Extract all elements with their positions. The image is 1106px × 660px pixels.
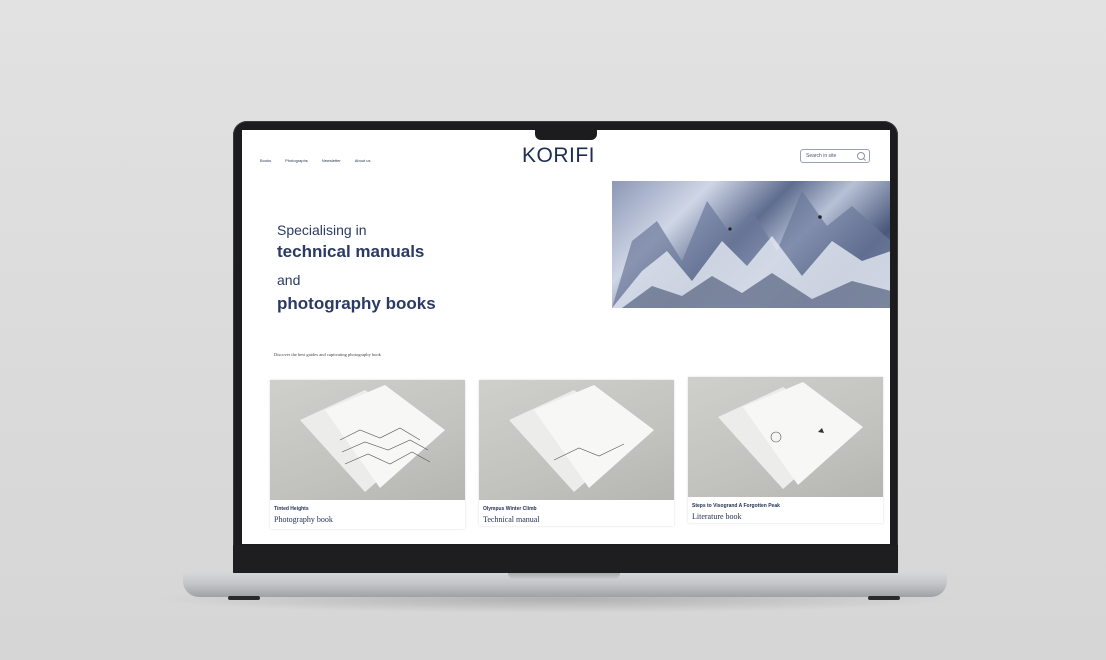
laptop-foot [868,596,900,600]
hero-line-2: technical manuals [277,242,425,261]
hero-line-3: and [277,272,301,288]
main-nav: Books Photographs Newsletter About us [260,158,371,163]
book-card[interactable]: Steps to Visogrand A Forgotten Peak Lite… [688,377,883,523]
book-type: Photography book [274,515,333,524]
book-mockup [718,382,863,489]
book-title: Steps to Visogrand A Forgotten Peak [692,503,780,509]
laptop-screen: Books Photographs Newsletter About us KO… [242,130,890,544]
hero-line-1: Specialising in [277,222,367,238]
nav-newsletter[interactable]: Newsletter [322,158,341,163]
book-card[interactable]: Olympus Winter Climb Technical manual [479,380,674,526]
book-type: Technical manual [483,515,540,524]
book-title: Tinted Heights [274,506,309,512]
laptop-foot [228,596,260,600]
site-logo[interactable]: KORIFI [522,144,595,168]
book-mockup [509,385,654,492]
nav-about[interactable]: About us [355,158,371,163]
book-cover-image [479,380,674,500]
laptop-chin [233,545,898,575]
hero-mountain-image [612,181,890,308]
book-title: Olympus Winter Climb [483,506,537,512]
search-input[interactable]: Search in site [800,149,870,163]
camera-notch [535,126,597,140]
book-card[interactable]: Tinted Heights Photography book [270,380,465,529]
book-cover-image [270,380,465,500]
tagline: Discover the best guides and captivating… [274,352,381,357]
hero-line-4: photography books [277,294,436,313]
nav-photographs[interactable]: Photographs [285,158,308,163]
nav-books[interactable]: Books [260,158,271,163]
search-icon[interactable] [857,152,865,160]
book-type: Literature book [692,512,742,521]
book-cover-image [688,377,883,497]
book-mockup [300,385,445,492]
mountain-illustration [612,191,890,308]
search-placeholder: Search in site [806,153,837,159]
laptop-opening-notch [508,573,620,579]
